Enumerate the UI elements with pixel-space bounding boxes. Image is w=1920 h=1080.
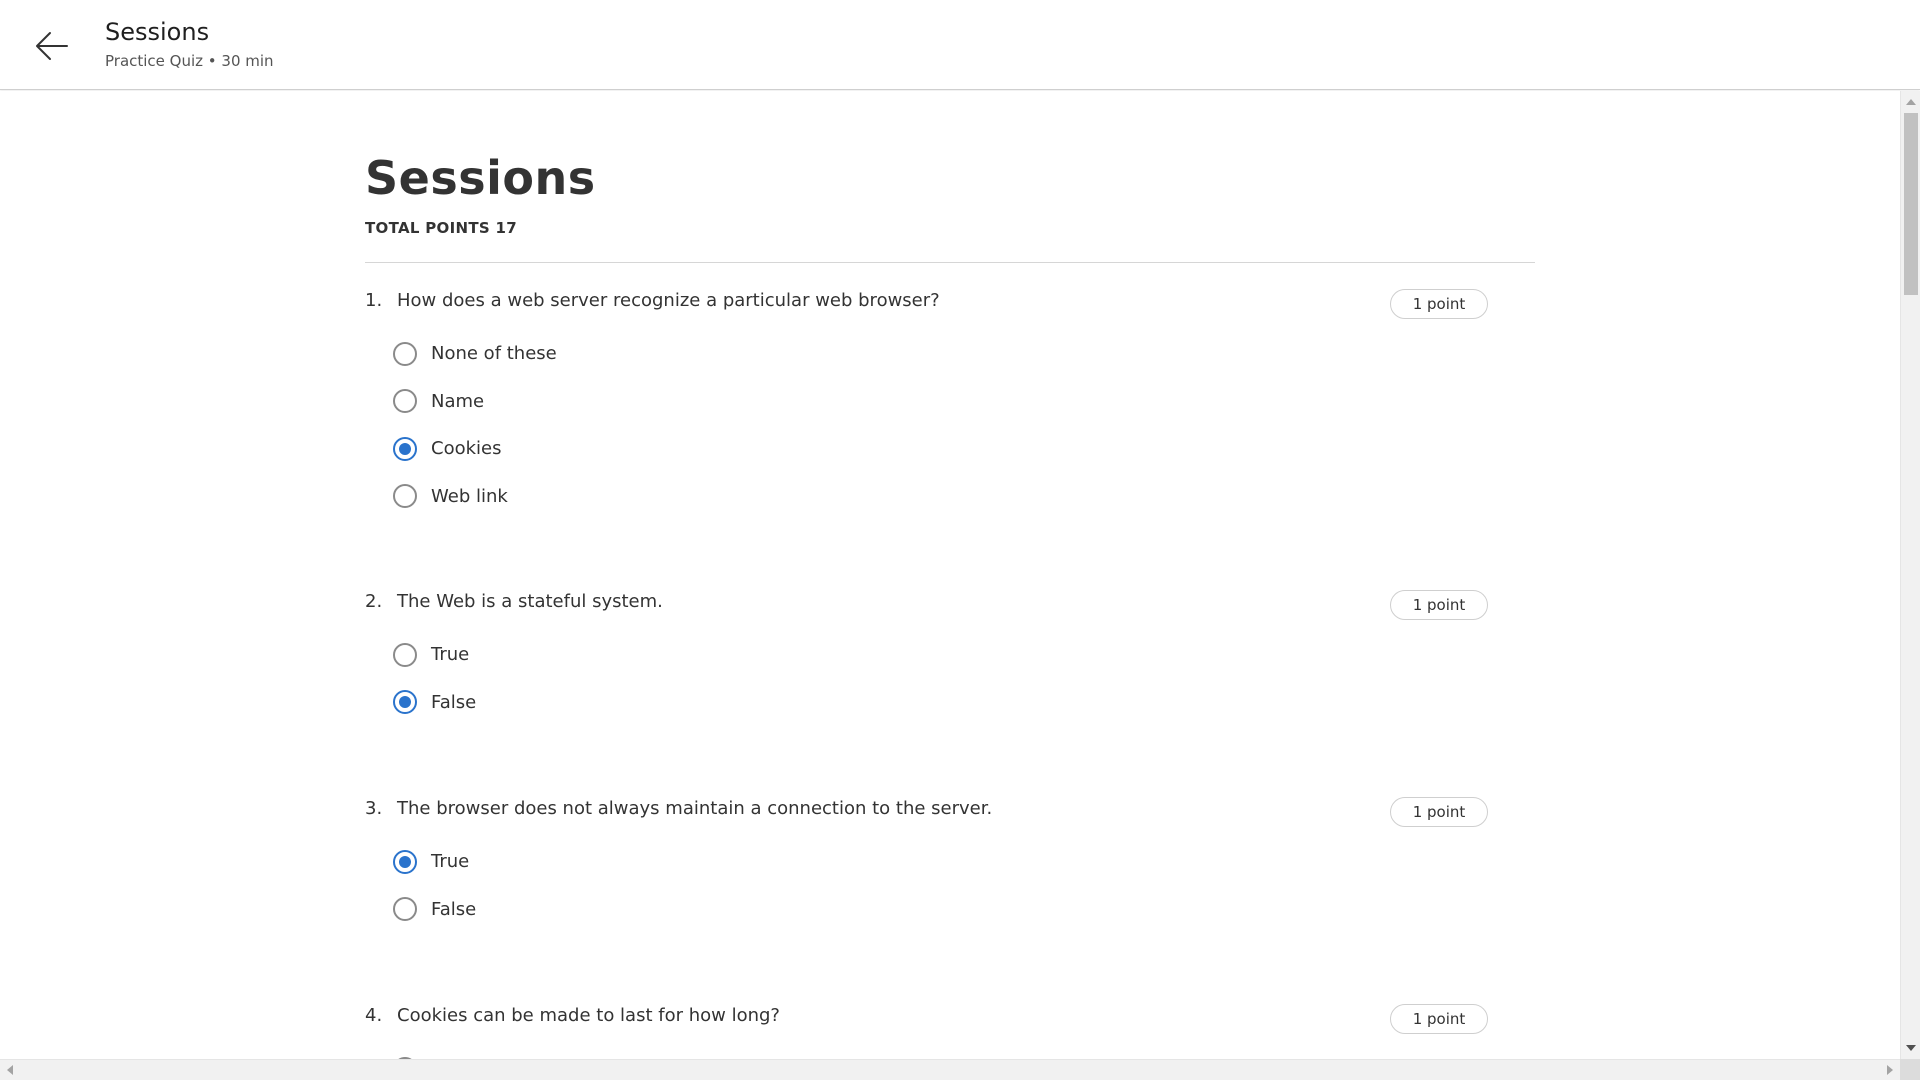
option-label: True — [431, 644, 470, 666]
radio-button[interactable] — [393, 897, 417, 922]
question-number: 4. — [365, 1005, 383, 1026]
options-list: True False — [393, 838, 476, 933]
options-list: None of these Name Cookies Web link — [393, 330, 557, 520]
option-label: False — [431, 898, 477, 920]
top-header: Sessions Practice Quiz • 30 min — [0, 0, 1920, 90]
option-web-link[interactable]: Web link — [393, 473, 557, 521]
quiz-content-area[interactable]: Sessions TOTAL POINTS 17 1. How does a w… — [0, 91, 1900, 1059]
option-label: True — [431, 851, 470, 873]
vertical-scrollbar[interactable] — [1900, 91, 1920, 1059]
radio-button[interactable] — [393, 484, 417, 509]
option-partial[interactable] — [393, 1045, 417, 1059]
points-badge: 1 point — [1390, 590, 1488, 620]
radio-button[interactable] — [393, 389, 417, 414]
option-true[interactable]: True — [393, 631, 476, 679]
option-cookies[interactable]: Cookies — [393, 425, 557, 473]
scroll-right-icon[interactable] — [1887, 1065, 1893, 1075]
option-label: None of these — [431, 343, 557, 365]
radio-button-selected[interactable] — [393, 849, 417, 874]
arrow-left-icon — [36, 32, 68, 60]
option-label: Name — [431, 390, 485, 412]
option-false[interactable]: False — [393, 679, 476, 727]
option-label: False — [431, 691, 477, 713]
options-list — [393, 1045, 417, 1059]
question-number: 1. — [365, 290, 383, 311]
options-list: True False — [393, 631, 476, 726]
scroll-up-icon[interactable] — [1906, 99, 1916, 105]
total-points: TOTAL POINTS 17 — [365, 219, 517, 237]
header-title: Sessions — [105, 18, 210, 46]
question-text: How does a web server recognize a partic… — [397, 290, 940, 311]
question-text: The browser does not always maintain a c… — [397, 798, 993, 819]
option-name[interactable]: Name — [393, 378, 557, 426]
points-badge: 1 point — [1390, 1004, 1488, 1034]
question-number: 3. — [365, 798, 383, 819]
radio-button-selected[interactable] — [393, 690, 417, 715]
scrollbar-thumb[interactable] — [1904, 113, 1918, 295]
radio-button[interactable] — [393, 341, 417, 366]
option-false[interactable]: False — [393, 886, 476, 934]
scroll-left-icon[interactable] — [7, 1065, 13, 1075]
scroll-down-icon[interactable] — [1906, 1045, 1916, 1051]
divider — [365, 262, 1535, 263]
option-true[interactable]: True — [393, 838, 476, 886]
quiz-title: Sessions — [365, 151, 596, 205]
question-number: 2. — [365, 591, 383, 612]
header-subtitle: Practice Quiz • 30 min — [105, 52, 274, 70]
option-none-of-these[interactable]: None of these — [393, 330, 557, 378]
back-button[interactable] — [30, 24, 74, 68]
radio-button-selected[interactable] — [393, 436, 417, 461]
points-badge: 1 point — [1390, 797, 1488, 827]
points-badge: 1 point — [1390, 289, 1488, 319]
scrollbar-corner — [1900, 1059, 1920, 1080]
horizontal-scrollbar[interactable] — [0, 1059, 1900, 1080]
radio-button[interactable] — [393, 642, 417, 667]
question-text: The Web is a stateful system. — [397, 591, 663, 612]
option-label: Cookies — [431, 438, 502, 460]
question-text: Cookies can be made to last for how long… — [397, 1005, 780, 1026]
option-label: Web link — [431, 485, 508, 507]
